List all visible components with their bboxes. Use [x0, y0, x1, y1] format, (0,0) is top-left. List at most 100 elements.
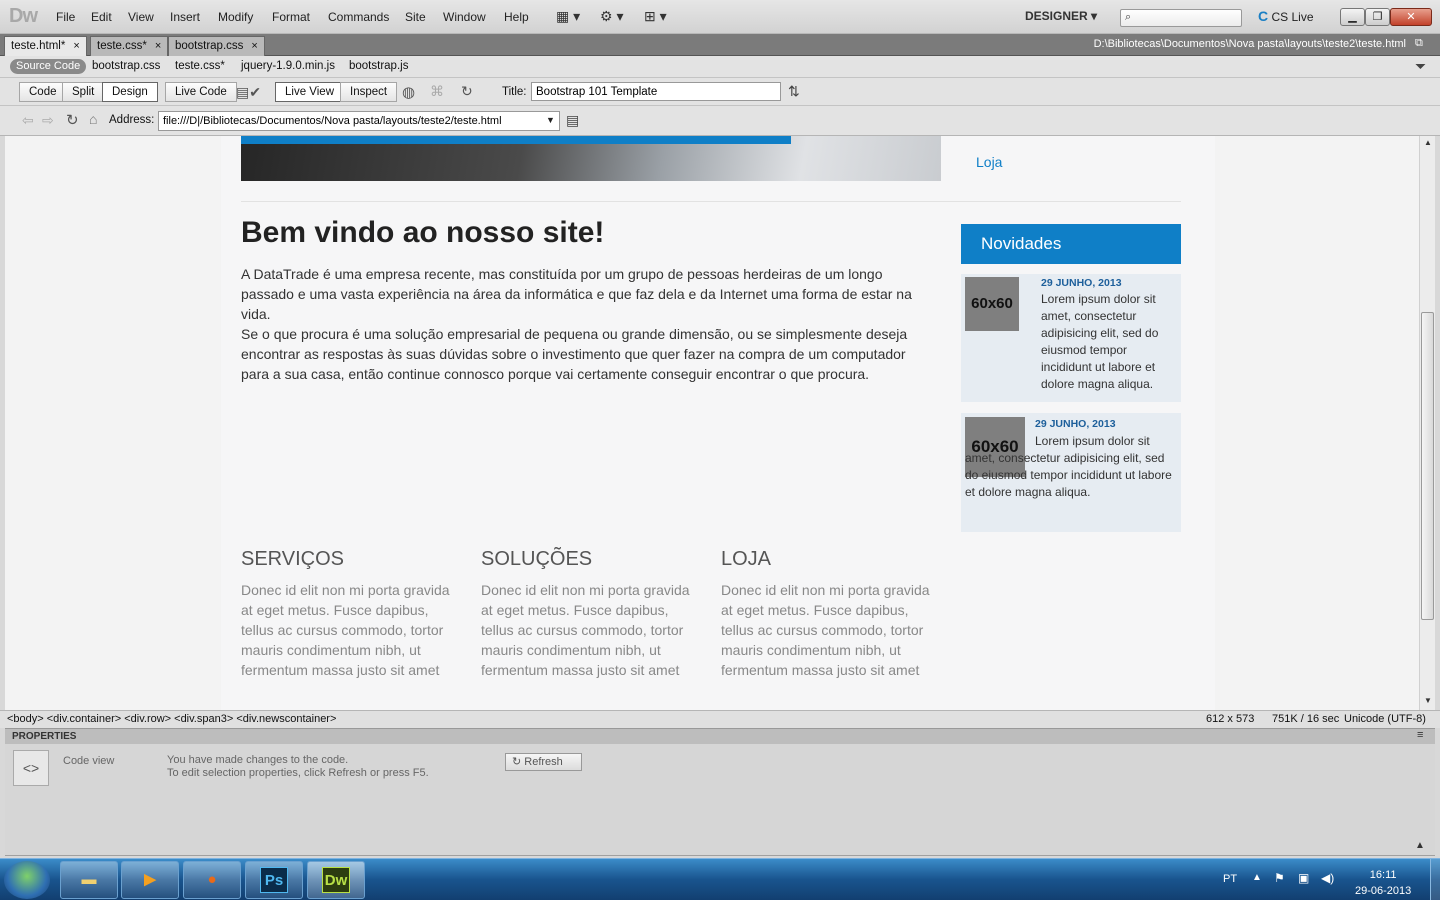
live-code-button[interactable]: Live Code [165, 82, 237, 102]
network-icon[interactable]: ▣ [1298, 871, 1309, 885]
tab-teste-html[interactable]: teste.html* × [4, 36, 87, 56]
menu-bar: Dw File Edit View Insert Modify Format C… [0, 0, 1440, 34]
show-desktop-button[interactable] [1430, 859, 1440, 900]
menu-site[interactable]: Site [405, 10, 426, 24]
file-management-icon[interactable]: ⇅ [788, 83, 800, 100]
visual-aids-icon[interactable]: ⌘ [430, 83, 444, 100]
design-view[interactable]: Loja Bem vindo ao nosso site! A DataTrad… [5, 136, 1419, 710]
scroll-down-icon[interactable]: ▼ [1424, 696, 1432, 705]
menu-modify[interactable]: Modify [218, 10, 253, 24]
divider [241, 201, 1181, 202]
design-view-button[interactable]: Design [102, 82, 158, 102]
view-options-icon[interactable]: ▤ [566, 112, 579, 129]
workspace-label: DESIGNER [1025, 9, 1088, 23]
firefox-taskbar-button[interactable]: ● [183, 861, 241, 899]
close-button[interactable]: ✕ [1390, 8, 1432, 26]
close-tab-icon[interactable]: × [155, 40, 161, 52]
home-icon[interactable]: ⌂ [89, 111, 97, 127]
system-clock[interactable]: 16:11 29-06-2013 [1355, 867, 1411, 899]
refresh-icon[interactable]: ↻ [66, 111, 79, 129]
properties-panel-header[interactable]: PROPERTIES ≡ [5, 728, 1435, 744]
split-view-button[interactable]: Split [62, 82, 105, 102]
related-file-bootstrap-js[interactable]: bootstrap.js [349, 60, 408, 72]
address-input[interactable] [158, 111, 560, 131]
window-size[interactable]: 612 x 573 [1206, 713, 1254, 725]
forward-arrow-icon[interactable]: ⇨ [42, 112, 54, 129]
menu-help[interactable]: Help [504, 10, 529, 24]
related-file-jquery[interactable]: jquery-1.9.0.min.js [241, 60, 335, 72]
tab-teste-css[interactable]: teste.css* × [90, 36, 169, 56]
cs-live-button[interactable]: C CS Live [1258, 8, 1314, 24]
dreamweaver-icon: Dw [322, 867, 350, 893]
back-arrow-icon[interactable]: ⇦ [22, 112, 34, 129]
explorer-taskbar-button[interactable]: ▬ [60, 861, 118, 899]
volume-icon[interactable]: ◀) [1321, 871, 1334, 885]
site-manager-icon[interactable]: ⊞ ▾ [644, 8, 667, 25]
column-heading: SERVIÇOS [241, 548, 344, 570]
show-hidden-icons[interactable]: ▲ [1252, 872, 1262, 883]
refresh-button[interactable]: ↻ Refresh [505, 753, 582, 771]
vertical-scrollbar[interactable]: ▲ ▼ [1419, 136, 1435, 710]
code-view-button[interactable]: Code [19, 82, 67, 102]
scrollbar-thumb[interactable] [1421, 312, 1434, 620]
menu-insert[interactable]: Insert [170, 10, 200, 24]
media-player-icon: ▶ [144, 871, 156, 888]
browser-navigation-bar: ⇦ ⇨ ↻ ⌂ Address: ▼ ▤ [0, 106, 1440, 136]
scroll-up-icon[interactable]: ▲ [1424, 138, 1432, 147]
extend-gear-icon[interactable]: ⚙ ▾ [600, 8, 623, 25]
media-player-taskbar-button[interactable]: ▶ [121, 861, 179, 899]
live-view-button[interactable]: Live View [275, 82, 345, 102]
layout-icon[interactable]: ▦ ▾ [556, 8, 580, 25]
tab-label: teste.html* [11, 40, 66, 52]
column-text: Donec id elit non mi porta gravida at eg… [481, 582, 690, 678]
menu-view[interactable]: View [128, 10, 154, 24]
document-toolbar: Code Split Design Live Code ▤✔ Live View… [0, 78, 1440, 106]
properties-title: PROPERTIES [12, 731, 77, 742]
tab-label: bootstrap.css [175, 40, 244, 52]
page-heading: Bem vindo ao nosso site! [241, 216, 605, 249]
column-solucoes: SOLUÇÕES Donec id elit non mi porta grav… [481, 548, 691, 680]
refresh-design-icon[interactable]: ↻ [461, 83, 473, 100]
related-file-bootstrap-css[interactable]: bootstrap.css [92, 60, 160, 72]
close-tab-icon[interactable]: × [251, 40, 257, 52]
restore-doc-icon[interactable]: ⧉ [1415, 37, 1423, 50]
maximize-button[interactable]: ❐ [1365, 8, 1390, 26]
expand-panel-icon[interactable]: ▲ [1415, 840, 1425, 851]
start-button[interactable] [4, 861, 50, 899]
refresh-label: Refresh [524, 756, 563, 768]
preview-browser-icon[interactable]: ◍ [402, 83, 415, 101]
download-time: 751K / 16 sec [1272, 713, 1340, 725]
inspect-button[interactable]: Inspect [340, 82, 398, 102]
menu-format[interactable]: Format [272, 10, 310, 24]
action-center-icon[interactable]: ⚑ [1274, 871, 1285, 885]
dreamweaver-taskbar-button[interactable]: Dw [307, 861, 365, 899]
properties-message-line-2: To edit selection properties, click Refr… [167, 767, 429, 779]
panel-menu-icon[interactable]: ≡ [1417, 729, 1423, 741]
source-code-button[interactable]: Source Code [10, 59, 87, 74]
address-dropdown-icon[interactable]: ▼ [546, 115, 555, 125]
filter-icon[interactable]: ⏷ [1415, 58, 1426, 75]
nav-link-loja[interactable]: Loja [976, 154, 1002, 170]
column-loja: LOJA Donec id elit non mi porta gravida … [721, 548, 931, 680]
clock-date: 29-06-2013 [1355, 885, 1412, 897]
help-search-input[interactable]: ⌕ [1120, 9, 1242, 27]
intro-paragraph-1: A DataTrade é uma empresa recente, mas c… [241, 266, 912, 322]
menu-file[interactable]: File [56, 10, 75, 24]
properties-message: You have made changes to the code. To ed… [167, 754, 429, 780]
menu-commands[interactable]: Commands [328, 10, 389, 24]
workspace-switcher[interactable]: DESIGNER ▾ [1025, 9, 1097, 23]
status-bar: <body> <div.container> <div.row> <div.sp… [0, 710, 1440, 728]
page-title-input[interactable] [531, 82, 781, 101]
minimize-button[interactable]: ▁ [1340, 8, 1365, 26]
close-tab-icon[interactable]: × [73, 40, 79, 52]
address-label: Address: [109, 114, 155, 126]
menu-window[interactable]: Window [443, 10, 486, 24]
language-indicator[interactable]: PT [1223, 873, 1237, 885]
tag-selector[interactable]: <body> <div.container> <div.row> <div.sp… [7, 713, 336, 725]
photoshop-taskbar-button[interactable]: Ps [245, 861, 303, 899]
check-browser-icon[interactable]: ▤✔ [236, 84, 261, 101]
tab-label: teste.css* [97, 40, 147, 52]
menu-edit[interactable]: Edit [91, 10, 112, 24]
tab-bootstrap-css[interactable]: bootstrap.css × [168, 36, 265, 56]
related-file-teste-css[interactable]: teste.css* [175, 60, 225, 72]
